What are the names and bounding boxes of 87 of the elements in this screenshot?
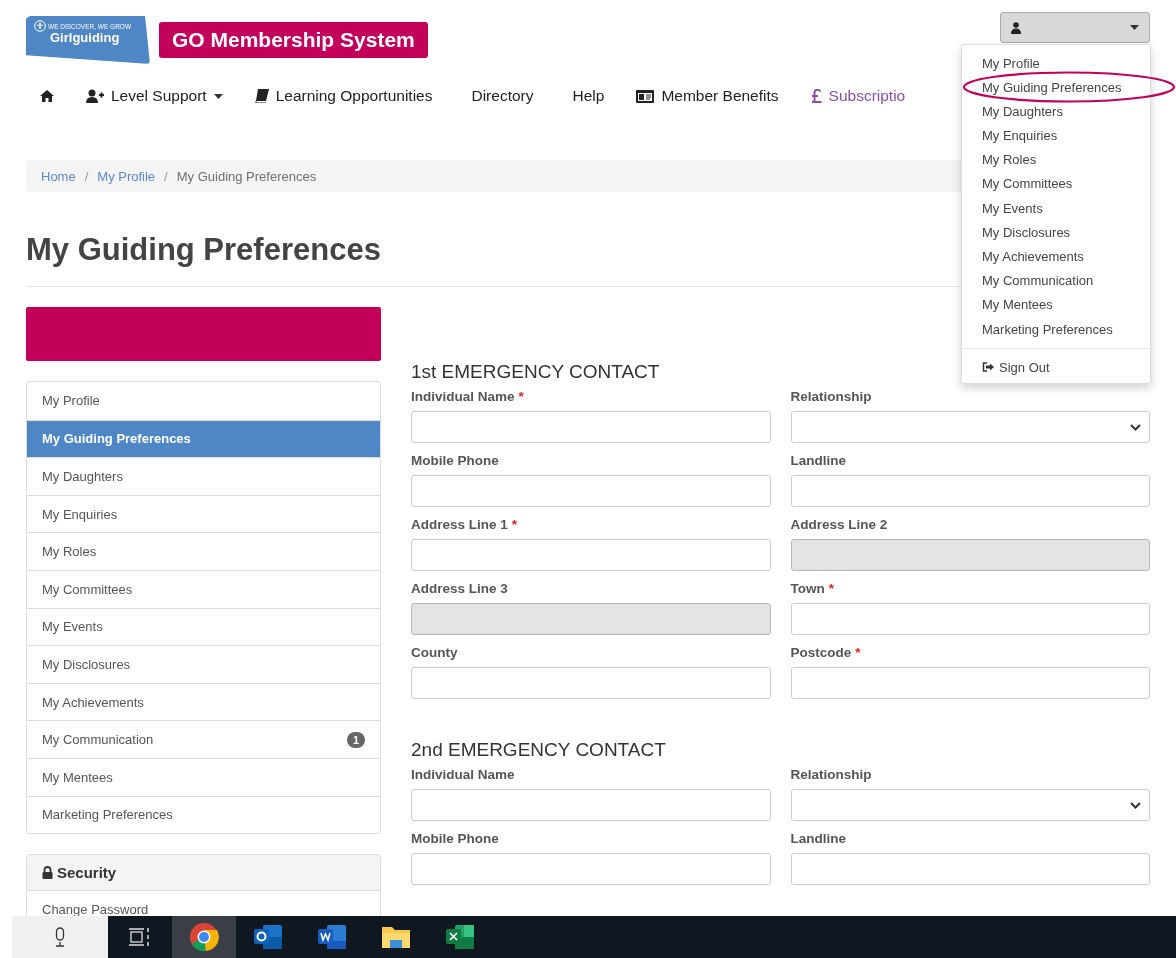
user-icon [1011, 21, 1021, 34]
dropdown-item[interactable]: My Events [982, 200, 1043, 217]
field-label: Landline [790, 831, 847, 846]
user-plus-icon [86, 89, 104, 103]
input-field[interactable] [411, 789, 771, 821]
nav-link[interactable]: Directory [464, 87, 534, 105]
input-field[interactable] [411, 853, 771, 885]
app-title: GO Membership System [159, 22, 428, 58]
dropdown-item[interactable]: My Communication [982, 272, 1094, 289]
nav-link[interactable]: Help [565, 87, 605, 105]
field-label: Address Line 3 [411, 581, 509, 596]
chrome-icon[interactable] [189, 922, 219, 952]
input-field[interactable] [790, 667, 1150, 699]
book-icon [254, 89, 269, 103]
breadcrumb-separator: / [164, 168, 168, 184]
input-field[interactable] [790, 475, 1150, 507]
count-badge: 1 [346, 731, 365, 748]
field-label: Relationship [790, 389, 873, 404]
dropdown-item[interactable]: My Committees [982, 175, 1073, 192]
nav-link[interactable]: Level Support [86, 87, 223, 105]
home-icon [40, 90, 54, 102]
nav-link[interactable]: Subscriptio [810, 87, 906, 105]
sidebar-item[interactable]: My Communication 1 [27, 720, 380, 758]
field-label: Landline [790, 453, 847, 468]
task-view-icon[interactable] [129, 927, 151, 947]
field-label: Address Line 1 * [411, 517, 519, 532]
breadcrumb-separator: / [84, 168, 89, 184]
home-link[interactable] [40, 90, 54, 102]
sidebar-item[interactable]: Marketing Preferences [27, 795, 380, 834]
sidebar-item[interactable]: My Achievements [27, 682, 380, 721]
section-title: 2nd EMERGENCY CONTACT [411, 739, 666, 761]
chevron-icon [1130, 423, 1141, 431]
field-label: Relationship [790, 767, 873, 782]
field-label: Individual Name [411, 767, 516, 782]
field-label: County [411, 645, 459, 660]
dropdown-item[interactable]: My Profile [982, 55, 1040, 71]
pound-icon [810, 89, 822, 103]
word-icon[interactable] [317, 923, 347, 951]
field-label: Mobile Phone [411, 453, 500, 468]
dropdown-item[interactable]: My Achievements [982, 248, 1084, 265]
dropdown-item[interactable]: My Daughters [982, 103, 1063, 120]
trefoil-icon [34, 20, 46, 32]
input-field[interactable] [411, 411, 771, 443]
field-label: Town * [790, 581, 835, 596]
field-label: Address Line 2 [790, 517, 889, 532]
sidebar-item[interactable]: My Roles [27, 532, 380, 570]
caret-icon [213, 93, 223, 99]
breadcrumb-current[interactable]: My Guiding Preferences [176, 168, 317, 184]
select-field[interactable] [790, 789, 1150, 821]
sidebar-item[interactable]: My Enquiries [27, 494, 380, 533]
field-label: Individual Name * [411, 389, 525, 404]
nav-link[interactable]: Learning Opportunities [254, 87, 433, 105]
id-card-icon [636, 89, 655, 103]
excel-icon[interactable] [445, 923, 475, 951]
sidebar-item[interactable]: My Committees [27, 569, 380, 608]
user-menu-button[interactable] [1000, 12, 1150, 43]
section-title: 1st EMERGENCY CONTACT [411, 361, 660, 383]
sign-out-icon [982, 362, 994, 373]
sidebar-item[interactable]: My Guiding Preferences [27, 419, 380, 458]
sidebar-item[interactable]: My Profile [27, 382, 380, 420]
input-field[interactable] [790, 603, 1150, 635]
select-field[interactable] [790, 411, 1150, 443]
dropdown-item[interactable]: My Roles [982, 151, 1037, 168]
dropdown-item[interactable]: Marketing Preferences [982, 321, 1113, 338]
field-label: Postcode * [790, 645, 862, 660]
sidebar-item[interactable]: My Events [27, 607, 380, 646]
sidebar-item[interactable]: My Mentees [27, 757, 380, 796]
field-label: Mobile Phone [411, 831, 500, 846]
sign-out-link[interactable]: Sign Out [982, 359, 1050, 376]
input-field[interactable] [411, 539, 771, 571]
dropdown-item[interactable]: My Mentees [982, 296, 1053, 313]
sidebar-item[interactable]: Change Password [27, 891, 380, 916]
dropdown-item[interactable]: My Enquiries [982, 127, 1058, 144]
nav-link[interactable]: Member Benefits [636, 87, 779, 105]
logo-name: Girlguiding [50, 30, 121, 45]
lock-icon [42, 866, 53, 880]
panel-title: Security [57, 864, 117, 882]
outlook-icon[interactable] [253, 923, 283, 951]
folder-icon[interactable] [381, 924, 411, 950]
input-field[interactable] [411, 475, 771, 507]
sidebar-item[interactable]: My Disclosures [27, 645, 380, 683]
microphone-icon[interactable] [54, 927, 66, 947]
sidebar-item[interactable]: My Daughters [27, 457, 380, 495]
caret-icon [1130, 25, 1139, 30]
input-field[interactable] [790, 853, 1150, 885]
chevron-icon [1130, 801, 1141, 809]
input-field[interactable] [411, 667, 771, 699]
